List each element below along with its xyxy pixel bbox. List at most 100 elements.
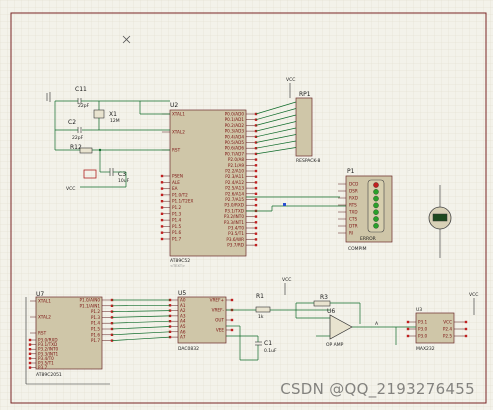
schematic-canvas[interactable]: U2 AT89C52 <TEXT> XTAL1 XTAL2 RST PSEN ALE EA…: [0, 0, 493, 410]
rp1-ref-label: RP1: [299, 91, 311, 98]
u7-l2-pin-marker-6: [28, 366, 32, 369]
u5-l-pin-6: A6: [180, 329, 186, 334]
u7-r-pin-1: P1.1/AIN1: [80, 303, 101, 308]
u5-l-pin-2: A2: [180, 308, 186, 313]
p1-led-4: [373, 209, 379, 215]
u2-r-pin-marker-8: [254, 158, 258, 161]
u2-r-pin-6: P0.6/AD6: [225, 146, 245, 151]
u2-l2-pin-9: P1.6: [172, 230, 182, 235]
schematic-svg[interactable]: U2 AT89C52 <TEXT> XTAL1XTAL2RSTPSENALEEA…: [0, 0, 493, 410]
p1-part-label: COMPIM: [348, 246, 367, 252]
u2-l2-pin-marker-4: [160, 200, 164, 203]
watermark-text: CSDN @QQ_2193276455: [280, 380, 475, 398]
u2-l2-pin-marker-3: [160, 193, 164, 197]
u5-part-label: DAC0832: [178, 346, 199, 352]
u2-l2-pin-5: P1.2: [172, 205, 182, 210]
u7-r-pin-2: P1.2: [91, 309, 101, 314]
u2-r-pin-19: P3.3/INT1: [224, 220, 245, 225]
u2-microcontroller[interactable]: U2 AT89C52 <TEXT> XTAL1XTAL2RSTPSENALEEA…: [160, 102, 258, 268]
u2-r-pin-5: P0.5/AD5: [225, 140, 245, 145]
u2-text-tag: <TEXT>: [170, 264, 185, 268]
u2-r-pin-11: P2.3/A11: [225, 174, 244, 179]
u7-l2-pin-marker-4: [28, 357, 32, 360]
u3-l-pin-marker-2: [406, 334, 410, 338]
u2-r-pin-23: P3.7/RD: [227, 243, 244, 248]
u5-r-pin-0: VREF+: [210, 298, 225, 303]
c2-ref-label: C2: [68, 119, 76, 126]
u5-l-pin-1: A1: [180, 303, 186, 308]
p1-led-2: [373, 195, 379, 202]
p1-led-1: [373, 189, 379, 195]
u2-r-pin-marker-14: [254, 192, 258, 195]
x1-value-label: 12M: [110, 118, 120, 124]
u2-l2-pin-marker-1: [160, 181, 164, 184]
u5-r-pin-marker-2: [230, 318, 234, 322]
u2-r-pin-marker-9: [254, 164, 258, 167]
u3-r-pin-0: VCC: [443, 320, 452, 325]
u2-r-pin-1: P0.1/AD1: [225, 117, 245, 122]
u2-r-pin-17: P3.1/TXD: [225, 208, 244, 213]
u5-l-pin-4: A4: [180, 319, 186, 324]
u5-l-pin-0: A0: [180, 298, 186, 303]
u2-r-pin-21: P3.5/T1: [228, 231, 244, 236]
u7-r-pin-3: P1.3: [91, 315, 101, 320]
u2-l2-pin-8: P1.5: [172, 224, 182, 229]
u2-l2-pin-1: ALE: [172, 180, 180, 185]
u2-r-pin-marker-23: [254, 243, 258, 247]
c3-vcc-label: VCC: [66, 186, 75, 192]
r1-value-label: 1k: [258, 314, 264, 320]
u7-r-pin-4: P1.4: [91, 321, 101, 326]
u3-r-pin-marker-0: [464, 320, 468, 324]
u7-l2-pin-marker-0: [28, 338, 32, 342]
p1-serial-port[interactable]: P1 DCD DSR RXD RTS TXD CTS DTR RI ERROR COMPIM: [338, 168, 393, 252]
u2-l-pin-1: XTAL2: [172, 130, 185, 135]
p1-led-6: [373, 223, 379, 229]
u5-r-pin-2: OUT: [215, 318, 224, 323]
u2-r-pin-18: P3.2/INT0: [224, 214, 245, 219]
u2-r-pin-10: P2.2/A10: [225, 169, 244, 174]
u2-l2-pin-3: P1.0/T2: [172, 192, 188, 197]
u2-r-pin-marker-19: [254, 221, 258, 224]
u2-l2-pin-4: P1.1/T2EX: [172, 199, 193, 204]
u3-r-pin-marker-1: [464, 327, 468, 331]
u3-r-pin-marker-2: [464, 334, 468, 338]
u2-ref-label: U2: [170, 102, 178, 109]
p1-pin-2: RXD: [349, 196, 358, 201]
u2-r-pin-marker-10: [254, 169, 258, 173]
u2-r-pin-marker-15: [254, 198, 258, 201]
u2-r-pin-0: P0.0/AD0: [225, 112, 245, 117]
u7-r-pin-5: P1.5: [91, 327, 101, 332]
u2-l2-pin-marker-2: [160, 187, 164, 190]
p1-ref-label: P1: [347, 168, 355, 175]
u7-l-pin-0: XTAL1: [38, 299, 51, 304]
u5-ref-label: U5: [178, 290, 186, 297]
u6-vcc-label: VCC: [282, 277, 291, 283]
u2-l-pin-0: XTAL1: [172, 112, 185, 117]
u3-part-label: MAX232: [416, 346, 435, 352]
u5-dac[interactable]: U5 DAC0832 A0A1A2A3A4A5A6A7 VREF+ VREF- OU…: [168, 290, 234, 352]
u5-l-pin-5: A5: [180, 324, 186, 329]
u3-l-pin-marker-1: [406, 327, 410, 331]
c1-ref-label: C1: [264, 340, 272, 347]
p1-led-5: [373, 216, 379, 222]
u2-l2-pin-10: P1.7: [172, 237, 182, 242]
r3-ref-label: R3: [320, 294, 328, 301]
u2-r-pin-20: P3.4/T0: [228, 226, 244, 231]
u2-r-pin-12: P2.4/A12: [225, 180, 244, 185]
u2-l2-pin-2: EA: [172, 186, 178, 191]
p1-error-label: ERROR: [360, 236, 376, 242]
u2-l2-pin-marker-9: [160, 231, 164, 234]
u2-r-pin-13: P2.5/A13: [225, 186, 244, 191]
u2-l2-pin-marker-0: [160, 174, 164, 178]
p1-pin-1: DSR: [349, 189, 358, 194]
u7-r-pin-6: P1.6: [91, 332, 101, 337]
u2-r-pin-14: P2.6/A14: [225, 191, 244, 196]
u5-l-pin-3: A3: [180, 313, 186, 318]
c2-value-label: 22pF: [72, 135, 84, 141]
u2-r-pin-22: P3.6/WR: [226, 237, 244, 242]
u6-ref-label: U6: [327, 308, 335, 315]
c1-value-label: 0.1uF: [264, 348, 277, 354]
u7-part-label: AT89C2051: [36, 372, 62, 378]
u7-l2-pin-marker-2: [28, 348, 32, 351]
u7-l2-pin-6: P3.7: [38, 365, 48, 370]
